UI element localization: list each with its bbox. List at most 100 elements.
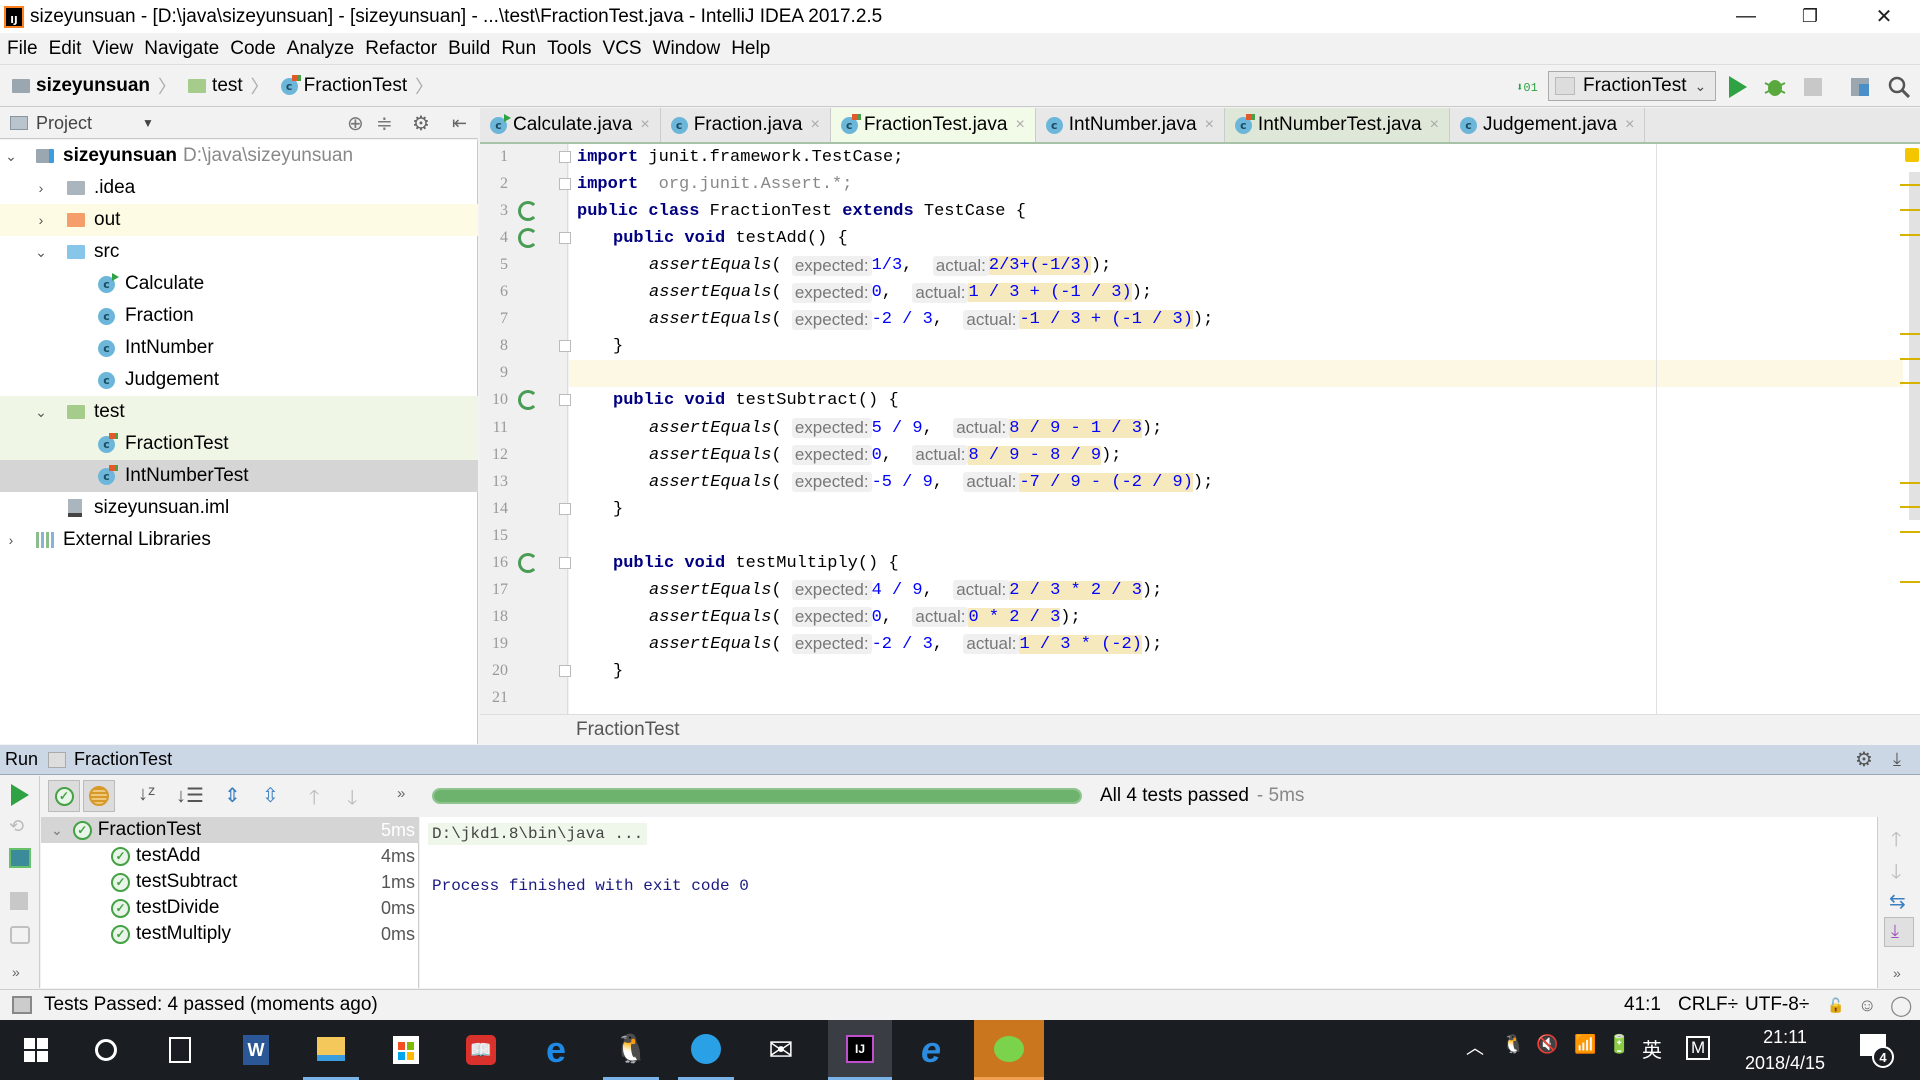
more-icon[interactable]: »	[12, 964, 20, 980]
close-tab-icon[interactable]: ×	[1430, 116, 1439, 134]
tab-fractiontest[interactable]: c FractionTest.java ×	[830, 108, 1036, 142]
scrollbar-thumb[interactable]	[1909, 172, 1920, 520]
code-line[interactable]: import org.junit.Assert.*;	[577, 171, 1911, 198]
fold-marker-icon[interactable]	[559, 232, 571, 245]
rerun-button[interactable]	[11, 784, 29, 811]
tree-item-idea[interactable]: › .idea	[0, 172, 478, 204]
qq-app[interactable]: 🐧	[603, 1020, 659, 1080]
breadcrumb-test[interactable]: test 〉	[188, 73, 269, 99]
code-line[interactable]: assertEquals( expected: 4 / 9, actual: 2 /…	[577, 577, 1911, 604]
collapse-all-icon[interactable]: ≑	[376, 111, 393, 136]
rerun-failed-icon[interactable]: ⟲	[9, 816, 24, 837]
code-line[interactable]: public class FractionTest extends TestCa…	[577, 198, 1911, 225]
tree-item-iml[interactable]: sizeyunsuan.iml	[0, 492, 478, 524]
menu-code[interactable]: Code	[230, 38, 275, 60]
file-encoding[interactable]: UTF-8÷	[1745, 994, 1809, 1016]
close-tab-icon[interactable]: ×	[1625, 116, 1634, 134]
stop-icon[interactable]	[10, 892, 28, 910]
tree-item-intnumber[interactable]: c IntNumber	[0, 332, 478, 364]
next-failed-icon[interactable]: 🡓	[347, 783, 357, 817]
menu-edit[interactable]: Edit	[49, 38, 82, 60]
lock-icon[interactable]: 🔓	[1827, 997, 1844, 1014]
warning-marker[interactable]	[1900, 233, 1920, 236]
test-case-row[interactable]: ✓ testSubtract 1ms	[41, 869, 419, 895]
warning-marker[interactable]	[1900, 531, 1920, 534]
qq-tray-icon[interactable]: 🐧	[1502, 1034, 1524, 1055]
code-line[interactable]: assertEquals( expected: -5 / 9, actual: -7…	[577, 469, 1911, 496]
gear-icon[interactable]: ⚙	[412, 111, 430, 136]
close-tab-icon[interactable]: ×	[1015, 116, 1024, 134]
menu-window[interactable]: Window	[653, 38, 721, 60]
messaging-app[interactable]	[678, 1020, 734, 1080]
warning-marker[interactable]	[1900, 506, 1920, 509]
tree-item-test[interactable]: ⌄ test	[0, 396, 478, 428]
fold-marker-icon[interactable]	[559, 502, 571, 515]
code-line[interactable]: }	[577, 496, 1911, 523]
ie-app[interactable]: e	[903, 1020, 959, 1080]
test-case-row[interactable]: ✓ testAdd 4ms	[41, 843, 419, 869]
code-line[interactable]: }	[577, 333, 1911, 360]
code-line[interactable]: assertEquals( expected: 0, actual: 8 / 9 -…	[577, 442, 1911, 469]
tree-item-intnumbertest[interactable]: c IntNumberTest	[0, 460, 478, 492]
run-class-gutter-icon[interactable]	[518, 201, 538, 222]
toggle-tool-windows-icon[interactable]	[12, 996, 32, 1014]
fold-marker-icon[interactable]	[559, 340, 571, 353]
fold-marker-icon[interactable]	[559, 151, 571, 163]
event-log-icon[interactable]: ◯	[1890, 993, 1912, 1018]
menu-refactor[interactable]: Refactor	[365, 38, 437, 60]
sort-by-duration-icon[interactable]: ↓☰	[176, 783, 204, 808]
chevron-down-icon[interactable]: ⌄	[34, 244, 48, 261]
show-hidden-icons[interactable]: ︿	[1466, 1034, 1484, 1060]
menu-build[interactable]: Build	[448, 38, 490, 60]
chevron-down-icon[interactable]: ⌄	[34, 404, 48, 421]
soft-wrap-icon[interactable]: ⇆	[1889, 889, 1906, 914]
run-config-tab[interactable]: FractionTest	[74, 749, 172, 770]
run-test-gutter-icon[interactable]	[518, 228, 538, 249]
menu-help[interactable]: Help	[731, 38, 770, 60]
minimize-button[interactable]: —	[1718, 0, 1774, 33]
close-tab-icon[interactable]: ×	[1205, 116, 1214, 134]
fold-marker-icon[interactable]	[559, 556, 571, 569]
menu-vcs[interactable]: VCS	[603, 38, 642, 60]
show-passed-toggle[interactable]: ✓	[48, 780, 80, 812]
search-everywhere-button[interactable]	[1886, 74, 1912, 100]
camera-icon[interactable]	[10, 926, 30, 944]
task-view-button[interactable]	[152, 1020, 208, 1080]
close-tab-icon[interactable]: ×	[640, 116, 649, 134]
menu-tools[interactable]: Tools	[547, 38, 591, 60]
tree-item-module[interactable]: ⌄ sizeyunsuan D:\java\sizeyunsuan	[0, 140, 478, 172]
tree-item-fractiontest[interactable]: c FractionTest	[0, 428, 478, 460]
editor-scrollbar[interactable]	[1903, 144, 1920, 714]
run-configuration-select[interactable]: FractionTest ⌄	[1548, 71, 1716, 101]
tree-item-src[interactable]: ⌄ src	[0, 236, 478, 268]
start-button[interactable]	[8, 1020, 64, 1080]
warning-marker[interactable]	[1900, 184, 1920, 186]
code-line[interactable]: public void testSubtract() {	[577, 387, 1911, 414]
tab-judgement[interactable]: c Judgement.java ×	[1449, 108, 1646, 142]
more-icon[interactable]: »	[1893, 965, 1901, 981]
caret-position[interactable]: 41:1	[1624, 994, 1661, 1016]
sort-alphabetically-icon[interactable]: ↓ᶻ	[138, 783, 155, 806]
chevron-down-icon[interactable]: ⌄	[4, 148, 18, 165]
tab-intnumbertest[interactable]: c IntNumberTest.java ×	[1224, 108, 1450, 142]
tab-calculate[interactable]: c Calculate.java ×	[480, 108, 661, 142]
up-arrow-icon[interactable]: 🡑	[1891, 825, 1901, 859]
action-center-icon[interactable]: 4	[1860, 1034, 1894, 1068]
hide-panel-icon[interactable]: ⤓	[1893, 749, 1901, 770]
wifi-icon[interactable]: 📶	[1574, 1034, 1596, 1055]
chevron-right-icon[interactable]: ›	[34, 180, 48, 196]
clock[interactable]: 21:11 2018/4/15	[1730, 1024, 1840, 1076]
tab-fraction[interactable]: c Fraction.java ×	[660, 108, 831, 142]
chevron-right-icon[interactable]: ›	[4, 532, 18, 548]
breadcrumb-project[interactable]: sizeyunsuan 〉	[12, 73, 176, 99]
store-app[interactable]	[378, 1020, 434, 1080]
code-line[interactable]: assertEquals( expected: 5 / 9, actual: 8 /…	[577, 415, 1911, 442]
warning-marker[interactable]	[1900, 580, 1920, 583]
test-case-row[interactable]: ✓ testDivide 0ms	[41, 895, 419, 921]
debug-button[interactable]	[1762, 74, 1788, 100]
code-line[interactable]: assertEquals( expected: 0, actual: 1 / 3 +…	[577, 279, 1911, 306]
volume-muted-icon[interactable]: 🔇	[1536, 1034, 1558, 1055]
reader-app[interactable]: 📖	[453, 1020, 509, 1080]
locate-icon[interactable]: ⊕	[347, 111, 364, 136]
test-case-row[interactable]: ✓ testMultiply 0ms	[41, 921, 419, 947]
